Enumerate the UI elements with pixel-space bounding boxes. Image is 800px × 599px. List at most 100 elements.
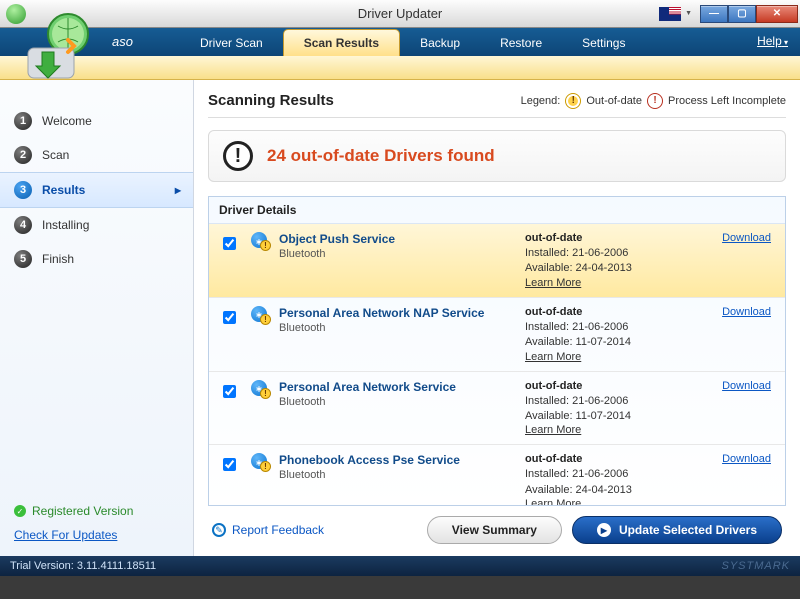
content-footer: ✎ Report Feedback View Summary ▶ Update … xyxy=(208,506,786,556)
driver-checkbox[interactable] xyxy=(223,237,236,250)
step-label: Finish xyxy=(42,252,74,266)
driver-row: ⁎! Object Push Service Bluetoothout-of-dat… xyxy=(209,224,785,298)
product-logo-icon xyxy=(20,12,100,92)
tab-driver-scan[interactable]: Driver Scan xyxy=(180,30,283,56)
driver-checkbox[interactable] xyxy=(223,385,236,398)
view-summary-button[interactable]: View Summary xyxy=(427,516,562,544)
driver-row: ⁎! Phonebook Access Pse Service Bluetootho… xyxy=(209,445,785,506)
step-number-icon: 1 xyxy=(14,112,32,130)
play-circle-icon: ▶ xyxy=(597,523,611,537)
step-number-icon: 5 xyxy=(14,250,32,268)
sidebar-bottom: ✓ Registered Version Check For Updates xyxy=(0,494,193,556)
driver-status: out-of-date xyxy=(525,380,685,392)
step-label: Scan xyxy=(42,148,69,162)
registered-status: ✓ Registered Version xyxy=(14,504,179,518)
driver-details-box: Driver Details ⁎! Object Push Service Blue… xyxy=(208,196,786,506)
driver-available: Available: 11-07-2014 xyxy=(525,335,685,350)
legend-label: Legend: xyxy=(521,95,561,107)
check-circle-icon: ✓ xyxy=(14,505,26,517)
page-title: Scanning Results xyxy=(208,92,334,109)
warning-overlay-icon: ! xyxy=(260,314,271,325)
tab-settings[interactable]: Settings xyxy=(562,30,645,56)
feedback-icon: ✎ xyxy=(212,523,226,537)
legend-out-of-date: Out-of-date xyxy=(586,95,642,107)
step-number-icon: 4 xyxy=(14,216,32,234)
update-selected-button[interactable]: ▶ Update Selected Drivers xyxy=(572,516,782,544)
step-label: Results xyxy=(42,183,85,197)
download-link[interactable]: Download xyxy=(722,453,771,465)
step-finish[interactable]: 5 Finish xyxy=(0,242,193,276)
step-number-icon: 3 xyxy=(14,181,32,199)
report-feedback-link[interactable]: ✎ Report Feedback xyxy=(212,523,324,537)
step-list: 1 Welcome 2 Scan 3 Results 4 Installing … xyxy=(0,80,193,276)
legend: Legend: ! Out-of-date ! Process Left Inc… xyxy=(521,94,786,108)
error-badge-icon: ! xyxy=(648,94,662,108)
learn-more-link[interactable]: Learn More xyxy=(525,277,581,289)
driver-category: Bluetooth xyxy=(279,322,525,334)
driver-name: Personal Area Network Service xyxy=(279,380,525,394)
driver-name: Personal Area Network NAP Service xyxy=(279,306,525,320)
download-link[interactable]: Download xyxy=(722,232,771,244)
download-link[interactable]: Download xyxy=(722,380,771,392)
driver-available: Available: 11-07-2014 xyxy=(525,409,685,424)
menubar: aso Driver Scan Scan Results Backup Rest… xyxy=(0,28,800,56)
help-menu[interactable]: Help xyxy=(757,34,788,48)
warning-overlay-icon: ! xyxy=(260,461,271,472)
tab-backup[interactable]: Backup xyxy=(400,30,480,56)
download-link[interactable]: Download xyxy=(722,306,771,318)
step-welcome[interactable]: 1 Welcome xyxy=(0,104,193,138)
driver-status: out-of-date xyxy=(525,232,685,244)
tab-restore[interactable]: Restore xyxy=(480,30,562,56)
driver-category: Bluetooth xyxy=(279,396,525,408)
statusbar: Trial Version: 3.11.4111.18511 SYSTMARK xyxy=(0,556,800,576)
result-banner: ! 24 out-of-date Drivers found xyxy=(208,130,786,182)
bluetooth-icon: ⁎! xyxy=(251,232,271,248)
bluetooth-icon: ⁎! xyxy=(251,306,271,322)
driver-name: Object Push Service xyxy=(279,232,525,246)
watermark: SYSTMARK xyxy=(721,560,790,572)
driver-details-header: Driver Details xyxy=(209,197,785,224)
step-label: Welcome xyxy=(42,114,92,128)
step-number-icon: 2 xyxy=(14,146,32,164)
main: 1 Welcome 2 Scan 3 Results 4 Installing … xyxy=(0,80,800,556)
learn-more-link[interactable]: Learn More xyxy=(525,424,581,436)
step-scan[interactable]: 2 Scan xyxy=(0,138,193,172)
driver-category: Bluetooth xyxy=(279,469,525,481)
driver-name: Phonebook Access Pse Service xyxy=(279,453,525,467)
banner-text: 24 out-of-date Drivers found xyxy=(267,146,495,166)
exclamation-circle-icon: ! xyxy=(223,141,253,171)
driver-category: Bluetooth xyxy=(279,248,525,260)
driver-row: ⁎! Personal Area Network Service Bluetooth… xyxy=(209,372,785,446)
driver-checkbox[interactable] xyxy=(223,458,236,471)
driver-status: out-of-date xyxy=(525,453,685,465)
learn-more-link[interactable]: Learn More xyxy=(525,498,581,506)
tab-scan-results[interactable]: Scan Results xyxy=(283,29,400,56)
driver-installed: Installed: 21-06-2006 xyxy=(525,394,685,409)
sidebar: 1 Welcome 2 Scan 3 Results 4 Installing … xyxy=(0,80,194,556)
driver-installed: Installed: 21-06-2006 xyxy=(525,246,685,261)
warning-overlay-icon: ! xyxy=(260,240,271,251)
driver-installed: Installed: 21-06-2006 xyxy=(525,467,685,482)
driver-available: Available: 24-04-2013 xyxy=(525,483,685,498)
driver-status: out-of-date xyxy=(525,306,685,318)
content-header: Scanning Results Legend: ! Out-of-date !… xyxy=(208,92,786,118)
content: Scanning Results Legend: ! Out-of-date !… xyxy=(194,80,800,556)
step-installing[interactable]: 4 Installing xyxy=(0,208,193,242)
step-results[interactable]: 3 Results xyxy=(0,172,193,208)
toolstrip xyxy=(0,56,800,80)
warning-badge-icon: ! xyxy=(566,94,580,108)
brand-suffix: aso xyxy=(112,34,133,49)
check-for-updates-link[interactable]: Check For Updates xyxy=(14,528,117,542)
legend-incomplete: Process Left Incomplete xyxy=(668,95,786,107)
warning-overlay-icon: ! xyxy=(260,388,271,399)
step-label: Installing xyxy=(42,218,89,232)
titlebar: Driver Updater ▼ — ▢ ✕ xyxy=(0,0,800,28)
learn-more-link[interactable]: Learn More xyxy=(525,351,581,363)
bluetooth-icon: ⁎! xyxy=(251,453,271,469)
bluetooth-icon: ⁎! xyxy=(251,380,271,396)
flag-us-icon[interactable] xyxy=(659,7,681,21)
registered-label: Registered Version xyxy=(32,504,133,518)
driver-checkbox[interactable] xyxy=(223,311,236,324)
driver-installed: Installed: 21-06-2006 xyxy=(525,320,685,335)
driver-available: Available: 24-04-2013 xyxy=(525,261,685,276)
